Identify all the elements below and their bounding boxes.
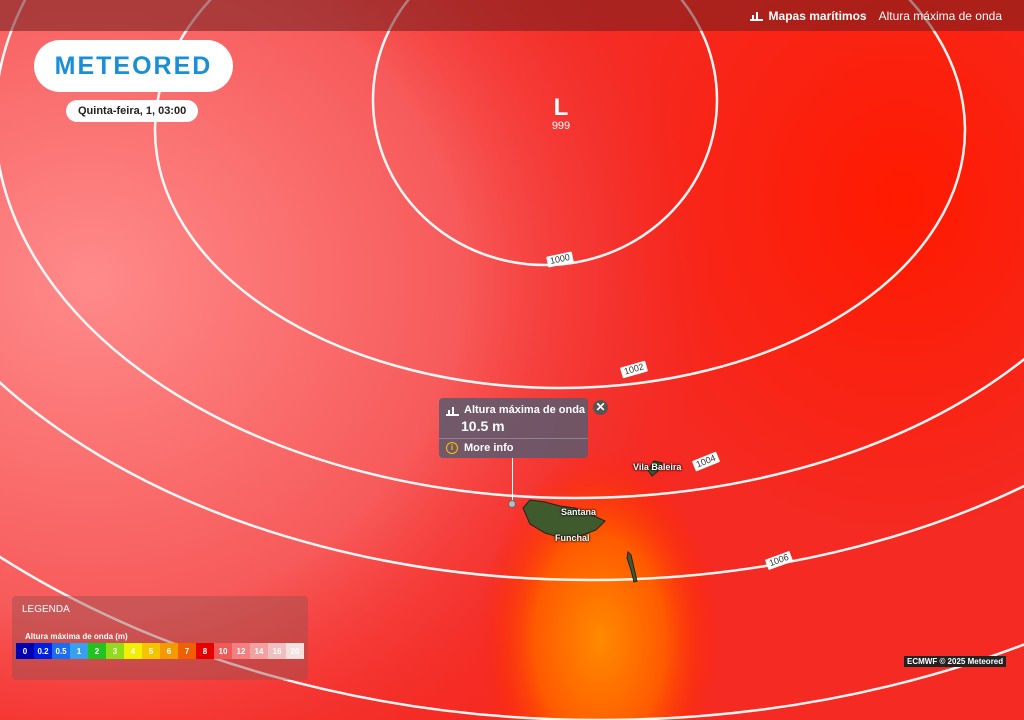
legend-scale-cell: 12 bbox=[232, 643, 250, 659]
low-pressure-marker: L 999 bbox=[548, 94, 574, 133]
meteored-logo[interactable]: METEORED bbox=[34, 40, 233, 92]
layer-link[interactable]: Altura máxima de onda bbox=[879, 9, 1002, 23]
location-pin[interactable] bbox=[508, 500, 516, 508]
legend-scale-cell: 0.2 bbox=[34, 643, 52, 659]
forecast-time-label: Quinta-feira, 1, 03:00 bbox=[78, 105, 187, 117]
info-icon: i bbox=[446, 442, 458, 454]
legend-scale-cell: 0.5 bbox=[52, 643, 70, 659]
low-symbol: L bbox=[553, 94, 569, 121]
legend-scale-cell: 2 bbox=[88, 643, 106, 659]
popup-pointer-line bbox=[512, 458, 513, 502]
legend-subtitle: Altura máxima de onda (m) bbox=[25, 632, 128, 641]
legend-scale-cell: 1 bbox=[70, 643, 88, 659]
legend-scale-cell: 10 bbox=[214, 643, 232, 659]
place-label: Funchal bbox=[555, 533, 590, 543]
wave-icon bbox=[446, 406, 459, 416]
legend-scale-cell: 6 bbox=[160, 643, 178, 659]
logo-text: METEORED bbox=[54, 51, 213, 80]
more-info-label: More info bbox=[464, 442, 514, 454]
legend-scale-cell: 20 bbox=[286, 643, 304, 659]
layer-label: Altura máxima de onda bbox=[878, 8, 1002, 23]
legend-scale-cell: 5 bbox=[142, 643, 160, 659]
legend-color-scale: 0 0.2 0.5 1 2 3 4 5 6 7 8 10 12 14 16 20 bbox=[16, 643, 304, 659]
place-label: Santana bbox=[561, 507, 597, 517]
popup-title: Altura máxima de onda bbox=[446, 404, 585, 416]
popup-value: 10.5 m bbox=[461, 418, 505, 434]
data-credit: ECMWF © 2025 Meteored bbox=[904, 656, 1007, 667]
point-info-popup: Altura máxima de onda 10.5 m i More info bbox=[439, 398, 588, 458]
forecast-time[interactable]: Quinta-feira, 1, 03:00 bbox=[66, 100, 199, 122]
popup-divider bbox=[439, 438, 588, 439]
popup-close-button[interactable]: ✕ bbox=[593, 400, 608, 415]
legend-scale-cell: 0 bbox=[16, 643, 34, 659]
marine-maps-label: Mapas marítimos bbox=[768, 8, 867, 23]
wave-icon bbox=[749, 12, 763, 21]
more-info-link[interactable]: i More info bbox=[446, 442, 514, 454]
legend-panel[interactable]: LEGENDA Altura máxima de onda (m) 0 0.2 0.… bbox=[12, 596, 308, 680]
legend-scale-cell: 7 bbox=[178, 643, 196, 659]
popup-title-text: Altura máxima de onda bbox=[464, 404, 586, 416]
legend-scale-cell: 14 bbox=[250, 643, 268, 659]
top-bar: Mapas marítimos Altura máxima de onda bbox=[0, 0, 1024, 31]
legend-scale-cell: 4 bbox=[124, 643, 142, 659]
place-label: Vila Baleira bbox=[633, 462, 682, 472]
legend-scale-cell: 16 bbox=[268, 643, 286, 659]
legend-title: LEGENDA bbox=[22, 604, 70, 615]
marine-maps-link[interactable]: Mapas marítimos bbox=[749, 8, 867, 23]
legend-scale-cell: 8 bbox=[196, 643, 214, 659]
low-pressure-value: 999 bbox=[551, 120, 571, 132]
legend-scale-cell: 3 bbox=[106, 643, 124, 659]
